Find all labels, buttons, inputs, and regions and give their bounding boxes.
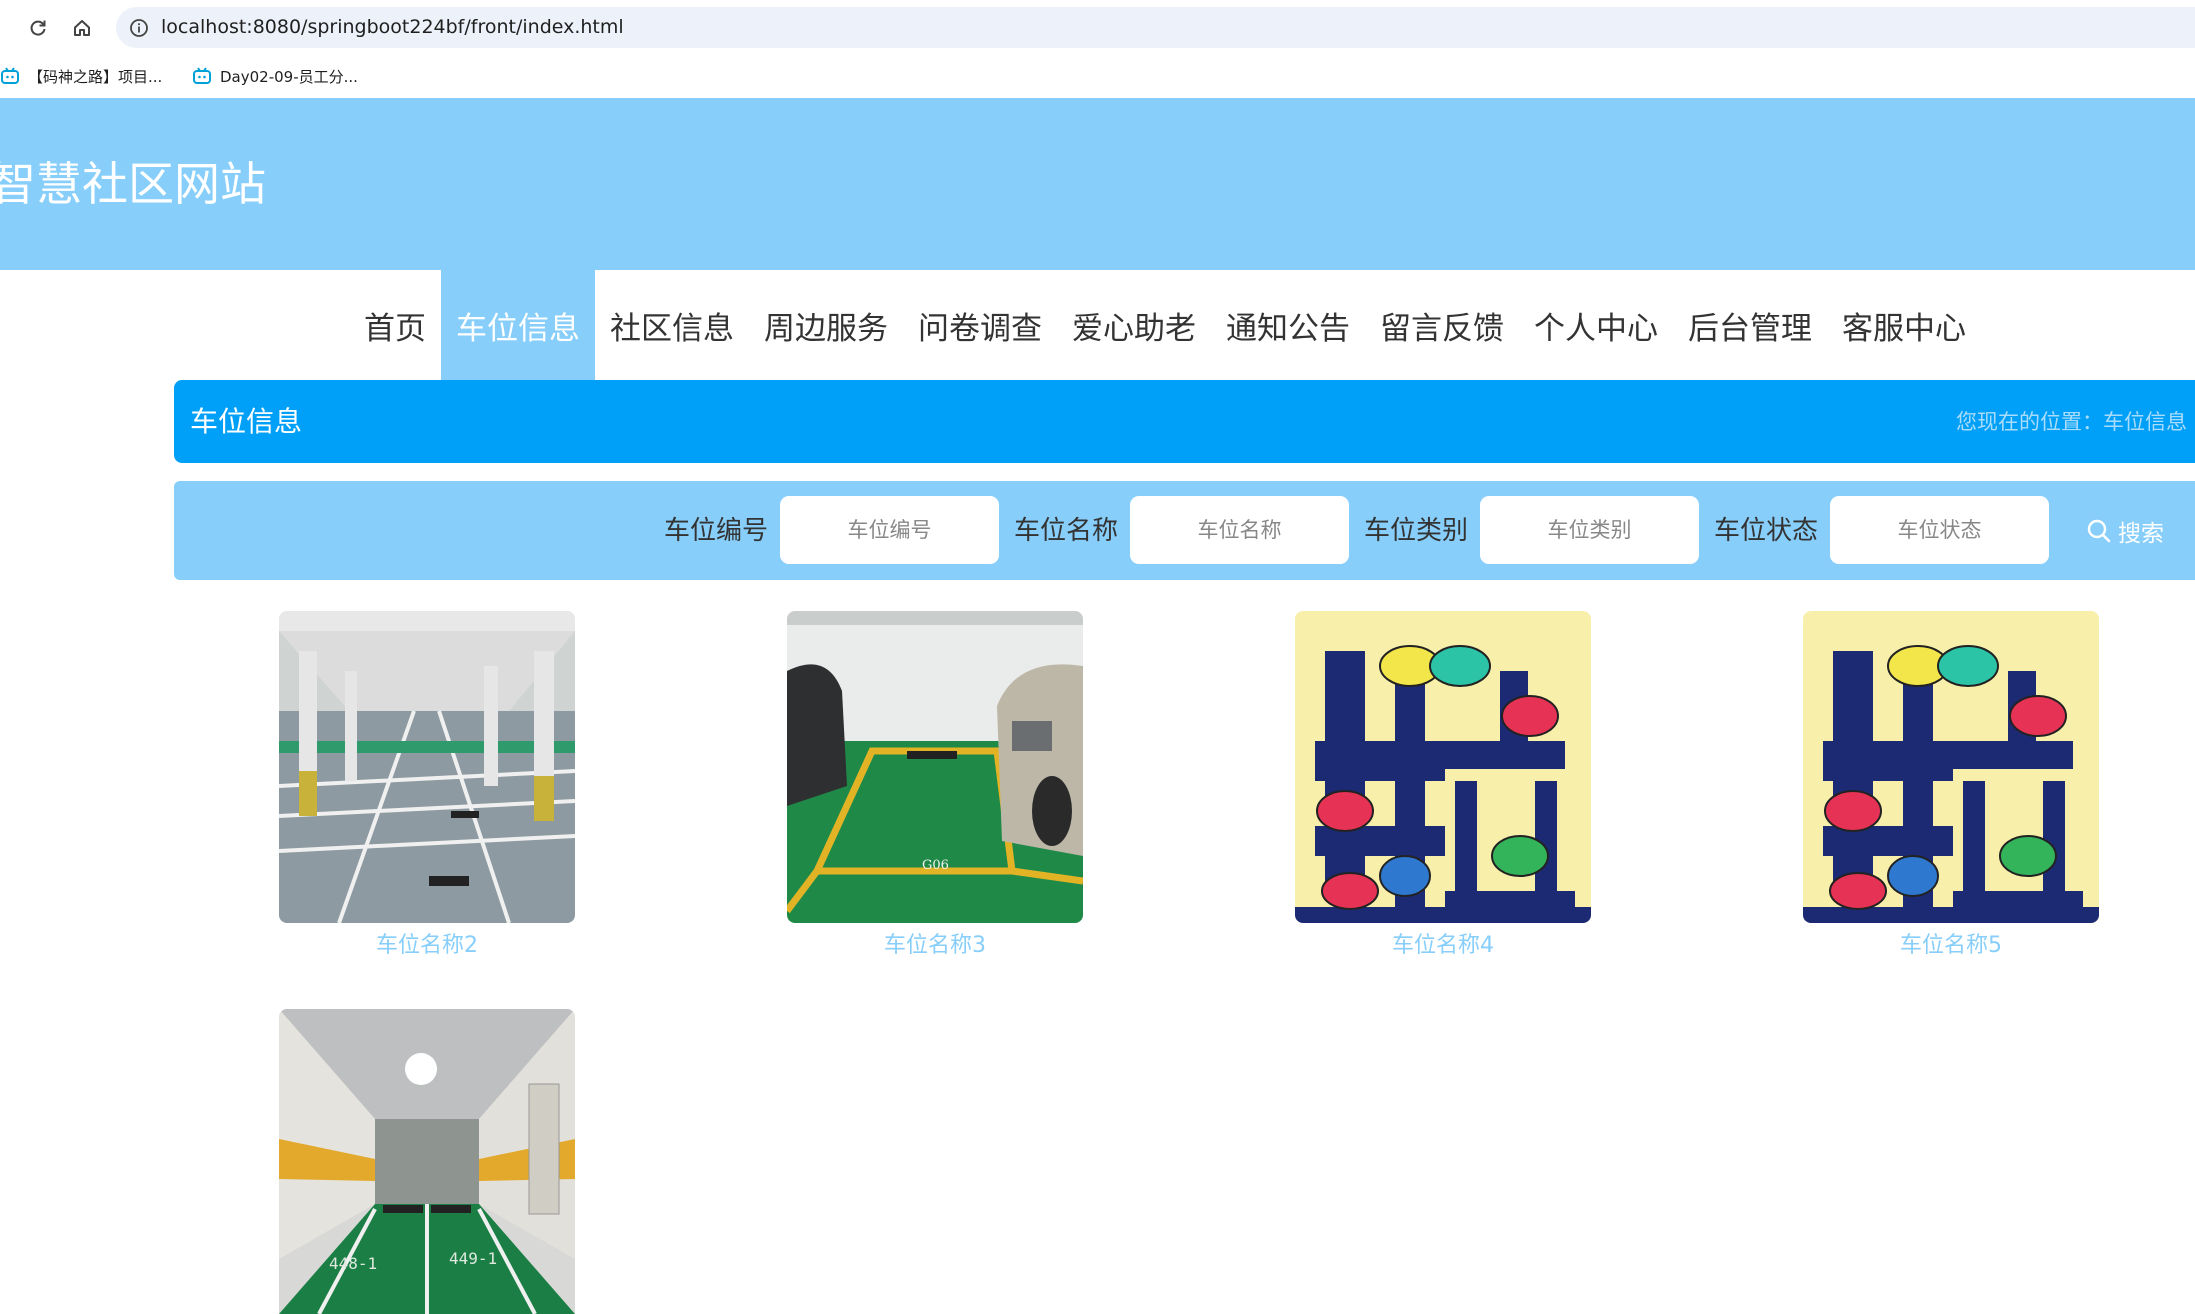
bookmark-label: Day02-09-员工分... (220, 67, 358, 86)
bilibili-icon (0, 66, 20, 86)
parking-card[interactable]: 车位名称4 (1295, 611, 1591, 961)
parking-logo-illustration[interactable] (1803, 611, 2099, 923)
parking-card[interactable]: 448-1 449-1 (279, 1009, 575, 1314)
parking-status-label: 车位状态 (1714, 516, 1819, 546)
parking-name[interactable]: 车位名称3 (787, 931, 1083, 961)
site-header: 智慧社区网站 (0, 98, 2195, 270)
site-title: 智慧社区网站 (0, 157, 266, 211)
parking-number-input[interactable] (780, 496, 999, 564)
section-title: 车位信息 (190, 405, 303, 438)
nav-admin[interactable]: 后台管理 (1673, 270, 1827, 380)
bilibili-icon (192, 66, 212, 86)
nav-feedback[interactable]: 留言反馈 (1365, 270, 1519, 380)
svg-text:448-1: 448-1 (329, 1254, 377, 1273)
nav-nearby-services[interactable]: 周边服务 (749, 270, 903, 380)
underground-corridor-photo[interactable]: 448-1 449-1 (279, 1009, 575, 1314)
parking-logo-illustration[interactable] (1295, 611, 1591, 923)
search-button-label: 搜索 (2118, 521, 2164, 547)
parking-status-input[interactable] (1830, 496, 2049, 564)
nav-community-info[interactable]: 社区信息 (595, 270, 749, 380)
search-button[interactable]: 搜索 (2086, 511, 2164, 551)
nav-notices[interactable]: 通知公告 (1211, 270, 1365, 380)
svg-text:449-1: 449-1 (449, 1249, 497, 1268)
bookmark-label: 【码神之路】项目... (28, 67, 163, 86)
nav-parking-info[interactable]: 车位信息 (441, 270, 595, 380)
site-info-icon[interactable] (126, 15, 151, 40)
parking-name-label: 车位名称 (1014, 516, 1119, 546)
home-icon[interactable] (64, 10, 100, 46)
main-nav: 首页 车位信息 社区信息 周边服务 问卷调查 爱心助老 通知公告 留言反馈 个人… (349, 270, 1981, 380)
nav-personal-center[interactable]: 个人中心 (1519, 270, 1673, 380)
nav-survey[interactable]: 问卷调查 (903, 270, 1057, 380)
parking-category-input[interactable] (1480, 496, 1699, 564)
garage-photo[interactable] (279, 611, 575, 923)
parking-card[interactable]: 车位名称2 (279, 611, 575, 961)
nav-home[interactable]: 首页 (349, 270, 441, 380)
parking-name-input[interactable] (1130, 496, 1349, 564)
parking-category-label: 车位类别 (1364, 516, 1469, 546)
svg-text:G06: G06 (922, 858, 949, 873)
nav-customer-service[interactable]: 客服中心 (1827, 270, 1981, 380)
bookmarks-bar: 【码神之路】项目... Day02-09-员工分... (0, 55, 2195, 98)
browser-toolbar: localhost:8080/springboot224bf/front/ind… (0, 0, 2195, 55)
nav-elderly-care[interactable]: 爱心助老 (1057, 270, 1211, 380)
location-text: 您现在的位置：车位信息 (1956, 410, 2187, 434)
breadcrumb: 车位信息 您现在的位置：车位信息 (174, 380, 2195, 463)
parking-name[interactable]: 车位名称2 (279, 931, 575, 961)
address-bar[interactable]: localhost:8080/springboot224bf/front/ind… (116, 7, 2195, 48)
reload-icon[interactable] (20, 10, 56, 46)
url-text: localhost:8080/springboot224bf/front/ind… (161, 16, 624, 38)
bookmark-item[interactable]: 【码神之路】项目... (0, 63, 162, 89)
green-parking-space-photo[interactable]: G06 (787, 611, 1083, 923)
search-icon (2087, 519, 2111, 543)
parking-card[interactable]: G06 车位名称3 (787, 611, 1083, 961)
parking-name[interactable]: 车位名称5 (1803, 931, 2099, 961)
parking-card[interactable]: 车位名称5 (1803, 611, 2099, 961)
parking-name[interactable]: 车位名称4 (1295, 931, 1591, 961)
bookmark-item[interactable]: Day02-09-员工分... (192, 63, 358, 89)
parking-number-label: 车位编号 (664, 516, 769, 546)
search-form: 车位编号 车位名称 车位类别 车位状态 搜索 (174, 481, 2195, 580)
